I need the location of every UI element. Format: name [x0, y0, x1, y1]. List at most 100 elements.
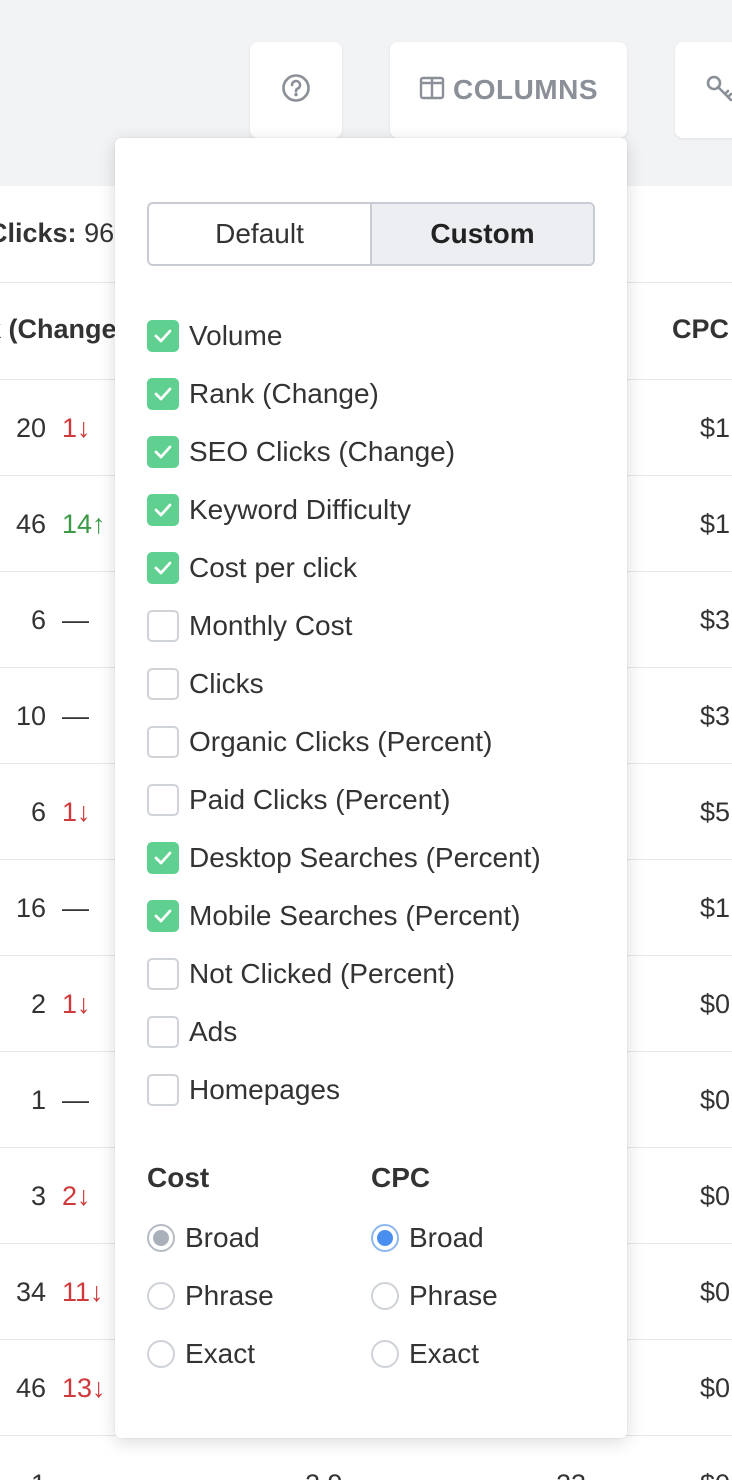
difficulty-value: 2.9	[305, 1469, 343, 1480]
column-option[interactable]: Clicks	[147, 664, 264, 704]
radio-button[interactable]	[147, 1340, 175, 1368]
column-option[interactable]: Desktop Searches (Percent)	[147, 838, 541, 878]
column-option[interactable]: Ads	[147, 1012, 237, 1052]
columns-button-label: COLUMNS	[452, 74, 599, 105]
column-option[interactable]: SEO Clicks (Change)	[147, 432, 455, 472]
rank-change: 11↓	[62, 1277, 104, 1307]
checkbox[interactable]	[147, 552, 179, 584]
checkbox[interactable]	[147, 436, 179, 468]
checkbox[interactable]	[147, 726, 179, 758]
rank-change: 13↓	[62, 1373, 106, 1403]
column-option[interactable]: Volume	[147, 316, 282, 356]
rank-value: 2	[30, 989, 46, 1019]
rank-change: —	[62, 1085, 89, 1115]
cpc-column-header[interactable]: CPC	[672, 314, 729, 345]
cpc-value: $1	[700, 509, 731, 539]
table-row[interactable]: 1 2.9 23 $0	[0, 1436, 732, 1480]
checkbox[interactable]	[147, 1074, 179, 1106]
cost-group-title: Cost	[147, 1162, 210, 1193]
column-option[interactable]: Monthly Cost	[147, 606, 352, 646]
cost-match-phrase[interactable]: Phrase	[147, 1276, 274, 1316]
column-option[interactable]: Cost per click	[147, 548, 357, 588]
radio-button[interactable]	[371, 1224, 399, 1252]
checkbox[interactable]	[147, 668, 179, 700]
radio-button[interactable]	[371, 1282, 399, 1310]
checkbox[interactable]	[147, 1016, 179, 1048]
column-option[interactable]: Keyword Difficulty	[147, 490, 411, 530]
cpc-value: $1	[700, 413, 731, 443]
volume-value: 23	[556, 1469, 586, 1480]
column-option-label: Monthly Cost	[189, 610, 353, 641]
column-option[interactable]: Not Clicked (Percent)	[147, 954, 455, 994]
cost-match-exact[interactable]: Exact	[147, 1334, 255, 1374]
column-option-label: Volume	[189, 320, 283, 351]
clicks-summary-label: Clicks:	[0, 218, 77, 248]
checkbox[interactable]	[147, 842, 179, 874]
column-option-label: Mobile Searches (Percent)	[189, 900, 521, 931]
columns-popup: Default Custom Volume Rank (Change) SEO Cl…	[115, 138, 627, 1438]
cost-match-broad[interactable]: Broad	[147, 1218, 260, 1258]
tab-custom[interactable]: Custom	[372, 204, 593, 264]
check-icon	[154, 909, 172, 923]
columns-button[interactable]: COLUMNS	[390, 42, 627, 138]
column-option-label: Clicks	[189, 668, 264, 699]
clicks-summary: Clicks: 96	[0, 218, 114, 249]
column-option-label: SEO Clicks (Change)	[189, 436, 456, 467]
radio-label: Phrase	[409, 1280, 498, 1311]
radio-label: Exact	[185, 1338, 256, 1369]
checkbox[interactable]	[147, 610, 179, 642]
rank-value: 34	[15, 1277, 46, 1307]
cpc-value: $0	[700, 1373, 731, 1403]
cpc-match-phrase[interactable]: Phrase	[371, 1276, 498, 1316]
column-preset-toggle: Default Custom	[147, 202, 595, 266]
cpc-match-exact[interactable]: Exact	[371, 1334, 479, 1374]
column-option[interactable]: Homepages	[147, 1070, 340, 1110]
checkbox[interactable]	[147, 378, 179, 410]
rank-value: 20	[15, 413, 46, 443]
rank-change: —	[62, 605, 89, 635]
help-button[interactable]	[250, 42, 342, 138]
tab-default[interactable]: Default	[149, 204, 372, 264]
radio-label: Exact	[409, 1338, 480, 1369]
check-icon	[154, 445, 172, 459]
radio-button[interactable]	[147, 1282, 175, 1310]
cpc-match-broad[interactable]: Broad	[371, 1218, 484, 1258]
column-option[interactable]: Mobile Searches (Percent)	[147, 896, 520, 936]
rank-change: 1↓	[62, 989, 91, 1019]
rank-column-header[interactable]: k (Change	[0, 314, 117, 345]
column-option-label: Rank (Change)	[189, 378, 379, 409]
cpc-value: $3	[700, 701, 731, 731]
question-circle-icon	[281, 73, 311, 108]
checkbox[interactable]	[147, 958, 179, 990]
column-option-label: Paid Clicks (Percent)	[189, 784, 451, 815]
rank-change: 1↓	[62, 413, 91, 443]
rank-value: 1	[31, 1469, 46, 1480]
rank-change: 1↓	[62, 797, 91, 827]
cpc-value: $0	[700, 1469, 730, 1480]
column-option[interactable]: Rank (Change)	[147, 374, 379, 414]
column-option[interactable]: Organic Clicks (Percent)	[147, 722, 492, 762]
radio-label: Broad	[185, 1222, 260, 1253]
cpc-value: $5	[700, 797, 731, 827]
column-option-label: Ads	[189, 1016, 238, 1047]
checkbox[interactable]	[147, 784, 179, 816]
rank-change: —	[62, 893, 89, 923]
cpc-value: $0	[700, 989, 731, 1019]
column-option-label: Not Clicked (Percent)	[189, 958, 456, 989]
check-icon	[154, 387, 172, 401]
rank-value: 6	[30, 797, 46, 827]
checkbox[interactable]	[147, 320, 179, 352]
rank-value: 3	[30, 1181, 46, 1211]
check-icon	[154, 329, 172, 343]
rank-value: 46	[15, 1373, 46, 1403]
rank-value: 6	[30, 605, 46, 635]
radio-button[interactable]	[371, 1340, 399, 1368]
column-option-label: Desktop Searches (Percent)	[189, 842, 541, 873]
radio-button[interactable]	[147, 1224, 175, 1252]
check-icon	[154, 851, 172, 865]
keyword-button[interactable]	[675, 42, 732, 138]
checkbox[interactable]	[147, 494, 179, 526]
column-option[interactable]: Paid Clicks (Percent)	[147, 780, 450, 820]
checkbox[interactable]	[147, 900, 179, 932]
cpc-group-title: CPC	[371, 1162, 431, 1193]
